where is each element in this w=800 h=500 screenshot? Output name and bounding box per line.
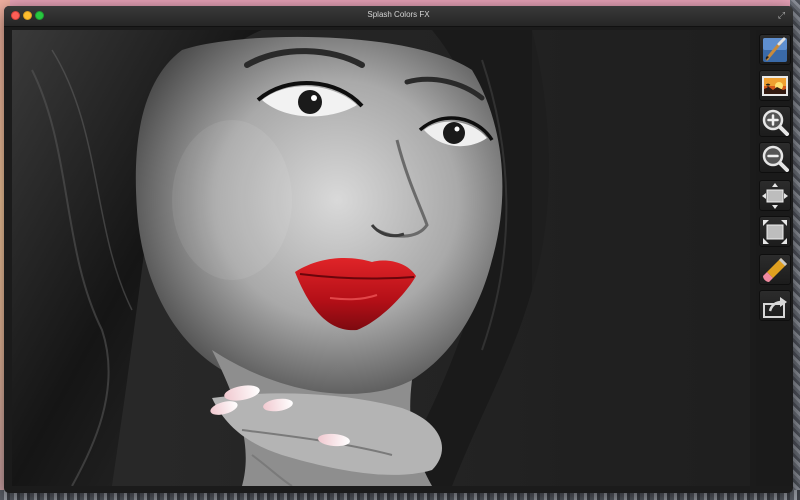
fit-to-window-icon: [762, 182, 788, 209]
fullscreen-icon[interactable]: ⤢: [776, 10, 787, 21]
image-tool-button[interactable]: [759, 70, 791, 101]
zoom-in-icon: [762, 109, 789, 136]
portrait-photo: [12, 30, 750, 486]
title-bar: Splash Colors FX ⤢: [4, 6, 793, 27]
zoom-in-button[interactable]: [759, 106, 791, 137]
share-icon: [763, 296, 787, 318]
zoom-out-icon: [762, 145, 789, 172]
paintbrush-icon: [763, 37, 787, 62]
actual-size-icon: [763, 219, 787, 244]
app-window: Splash Colors FX ⤢: [4, 6, 793, 493]
window-title: Splash Colors FX: [367, 10, 430, 19]
actual-size-button[interactable]: [759, 216, 791, 247]
eraser-tool-button[interactable]: [759, 254, 791, 285]
share-button[interactable]: [759, 290, 791, 321]
tools-toolbar: [756, 30, 793, 486]
eraser-icon: [763, 257, 787, 282]
photo-canvas[interactable]: [12, 30, 750, 486]
sunset-photo-icon: [762, 75, 788, 96]
brush-tool-button[interactable]: [759, 34, 791, 65]
fit-to-window-button[interactable]: [759, 180, 791, 211]
zoom-out-button[interactable]: [759, 142, 791, 173]
